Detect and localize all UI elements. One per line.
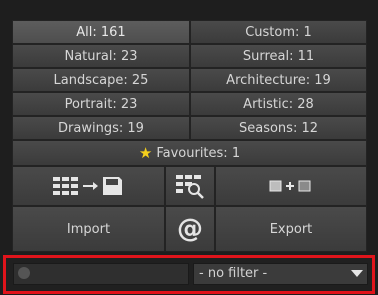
category-seasons-button[interactable]: Seasons: 12: [190, 116, 367, 140]
category-custom-button[interactable]: Custom: 1: [190, 20, 367, 44]
search-icon: [18, 267, 30, 279]
preset-browser-panel: All: 161 Custom: 1 Natural: 23 Surreal: …: [0, 0, 378, 295]
zoom-grid-button[interactable]: [165, 166, 215, 206]
category-landscape-button[interactable]: Landscape: 25: [12, 68, 190, 92]
merge-button[interactable]: [215, 166, 367, 206]
search-input[interactable]: [34, 264, 188, 286]
grid-to-save-icon: [52, 177, 122, 195]
save-grid-button[interactable]: [12, 166, 165, 206]
filter-bar: - no filter -: [3, 255, 375, 294]
grid-zoom-icon: [176, 175, 204, 199]
star-icon: ★: [138, 144, 153, 162]
category-all-button[interactable]: All: 161: [12, 20, 190, 44]
filter-select[interactable]: - no filter -: [193, 263, 368, 285]
category-artistic-button[interactable]: Artistic: 28: [190, 92, 367, 116]
square-plus-square-icon: [269, 180, 311, 192]
category-surreal-button[interactable]: Surreal: 11: [190, 44, 367, 68]
category-natural-button[interactable]: Natural: 23: [12, 44, 190, 68]
search-field[interactable]: [13, 263, 189, 286]
at-symbol-icon: @: [177, 214, 203, 244]
category-portrait-button[interactable]: Portrait: 23: [12, 92, 190, 116]
chevron-down-icon[interactable]: [348, 265, 366, 283]
category-drawings-button[interactable]: Drawings: 19: [12, 116, 190, 140]
export-button[interactable]: Export: [215, 206, 367, 252]
category-architecture-button[interactable]: Architecture: 19: [190, 68, 367, 92]
filter-select-value: - no filter -: [199, 266, 268, 281]
import-button[interactable]: Import: [12, 206, 165, 252]
at-button[interactable]: @: [165, 206, 215, 252]
favourites-button[interactable]: ★ Favourites: 1: [12, 140, 367, 166]
favourites-label: Favourites: 1: [156, 145, 241, 161]
